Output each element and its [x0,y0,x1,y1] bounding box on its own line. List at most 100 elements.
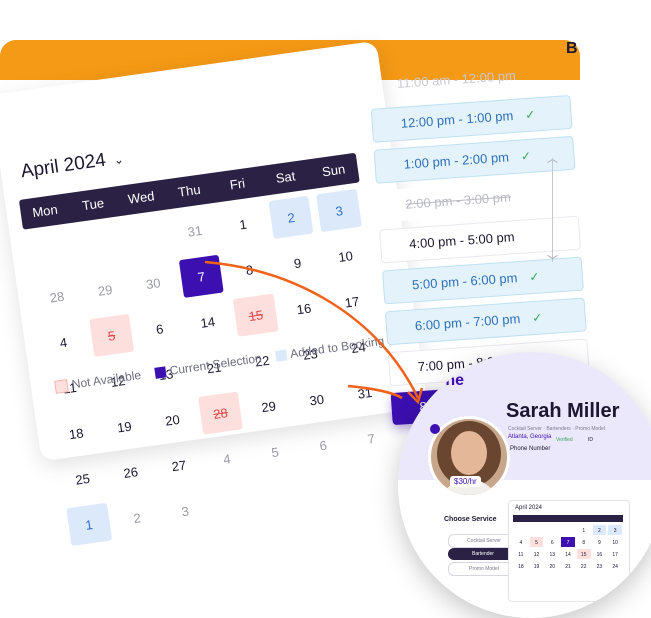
hourly-rate: $30/hr [450,476,481,487]
day-cell[interactable]: 19 [102,405,147,448]
day-cell[interactable]: 16 [281,287,326,330]
time-slot-label: 1:00 pm - 2:00 pm [403,149,510,172]
mini-day-cell[interactable]: 3 [608,525,622,535]
weekday-label: Mon [31,201,59,221]
verified-badge: Verified [556,437,573,443]
day-cell-selected[interactable]: 7 [178,254,225,298]
day-cell[interactable]: 31 [172,209,217,252]
id-badge: ID [588,437,593,443]
day-cell[interactable]: 29 [82,268,127,311]
status-dot [430,424,440,434]
day-cell [355,462,400,505]
mini-day-cell[interactable]: 16 [593,549,607,559]
chevron-down-icon: ⌄ [112,152,125,168]
month-label: April 2024 [19,149,108,183]
day-cell[interactable]: 28 [197,391,244,435]
phone-number[interactable]: Phone Number [510,446,550,452]
day-cell [259,476,304,519]
mini-day-cell[interactable]: 20 [545,561,559,571]
time-slot-label: 2:00 pm - 3:00 pm [404,189,512,212]
mini-day-cell[interactable]: 19 [530,561,544,571]
day-cell[interactable]: 2 [114,496,159,539]
mini-day-cell[interactable]: 10 [608,537,622,547]
brand-logo: pdone [416,372,464,389]
day-cell[interactable]: 8 [227,248,272,291]
day-cell[interactable]: 27 [156,444,201,487]
day-cell [307,469,352,512]
day-cell[interactable]: 3 [162,489,207,532]
day-cell[interactable]: 1 [220,202,265,245]
time-slot-label: 12:00 pm - 1:00 pm [400,107,514,131]
day-cell [76,223,121,266]
weekday-label: Fri [228,175,246,193]
mini-day-cell[interactable]: 8 [577,537,591,547]
day-cell[interactable]: 15 [233,293,279,337]
mini-day-cell[interactable]: 5 [529,537,544,547]
mini-day-cell[interactable]: 6 [545,537,559,547]
day-cell[interactable]: 2 [268,195,314,239]
day-cell[interactable]: 4 [204,437,249,480]
time-slot-label: 6:00 pm - 7:00 pm [414,311,521,334]
time-slot-label: 11:00 am - 12:00 pm [396,67,517,91]
day-cell[interactable]: 5 [252,430,297,473]
mini-weekday-header [513,515,623,522]
calendar-card: April 2024 ⌄ Mon Tue Wed Thu Fri Sat Sun 31 1 2 3 2… [0,40,428,547]
day-cell[interactable]: 6 [300,423,345,466]
day-cell[interactable]: 5 [88,313,135,358]
profile-location: Atlanta, Georgia [508,434,552,440]
mini-day-cell[interactable] [545,525,559,535]
mini-day-cell[interactable] [514,525,528,535]
booking-heading-fragment: B [566,40,578,57]
mini-day-cell[interactable]: 4 [514,537,528,547]
day-cell[interactable]: 17 [329,280,374,323]
day-cell[interactable]: 3 [316,188,362,233]
day-cell[interactable]: 14 [185,300,230,343]
day-cell [28,229,73,272]
mini-day-cell[interactable]: 24 [608,561,622,571]
time-slot[interactable]: 6:00 pm - 7:00 pm ✓ [384,297,587,346]
day-cell[interactable]: 28 [34,275,79,318]
mini-day-cell[interactable] [530,525,544,535]
day-cell[interactable]: 31 [342,371,387,414]
mini-day-cell[interactable]: 2 [592,525,607,535]
day-cell[interactable]: 4 [41,321,86,364]
day-cell[interactable]: 20 [150,398,195,441]
day-cell[interactable]: 25 [60,457,105,500]
weekday-label: Tue [81,195,105,214]
weekday-label: Wed [127,188,156,207]
mini-day-cell[interactable]: 15 [576,549,591,559]
mini-day-cell[interactable]: 22 [577,561,591,571]
day-cell[interactable]: 18 [53,412,98,455]
weekday-label: Sun [321,161,347,180]
day-cell[interactable]: 29 [246,385,291,428]
day-cell[interactable]: 6 [137,307,182,350]
mini-day-cell[interactable]: 11 [514,549,528,559]
day-cell[interactable]: 1 [66,502,112,547]
mini-calendar-grid: 1 2 3 4 5 6 7 8 9 10 11 12 13 14 15 16 17 18 19 20 21 22 23 24 [513,524,623,572]
mini-calendar: April 2024 1 2 3 4 5 6 7 8 9 10 11 12 13 14 15 16 17 18 19… [508,500,630,602]
mini-day-cell[interactable]: 13 [545,549,559,559]
day-cell[interactable]: 9 [275,241,320,284]
mini-day-cell[interactable]: 18 [514,561,528,571]
month-selector[interactable]: April 2024 ⌄ [20,147,126,183]
day-cell[interactable]: 26 [108,450,153,493]
check-icon: ✓ [520,148,532,164]
mini-day-cell[interactable]: 1 [577,525,591,535]
choose-service-heading: Choose Service [444,516,497,523]
day-cell[interactable]: 30 [130,261,175,304]
mini-day-cell[interactable]: 7 [561,537,575,547]
profile-zoom-lens: pdone Sarah Miller Cocktail Server · Bar… [398,352,651,618]
mini-day-cell[interactable]: 21 [561,561,575,571]
chevron-down-icon[interactable]: ﹀ [547,252,558,268]
day-cell[interactable]: 10 [323,234,368,277]
mini-day-cell[interactable]: 23 [593,561,607,571]
slot-scroll-indicator[interactable]: ︿ ﹀ [538,150,568,270]
mini-day-cell[interactable]: 17 [608,549,622,559]
mini-day-cell[interactable] [561,525,575,535]
mini-day-cell[interactable]: 14 [561,549,575,559]
day-cell[interactable]: 7 [348,417,393,460]
time-slot[interactable]: 12:00 pm - 1:00 pm ✓ [370,94,573,143]
mini-day-cell[interactable]: 12 [530,549,544,559]
mini-day-cell[interactable]: 9 [593,537,607,547]
day-cell[interactable]: 30 [294,378,339,421]
